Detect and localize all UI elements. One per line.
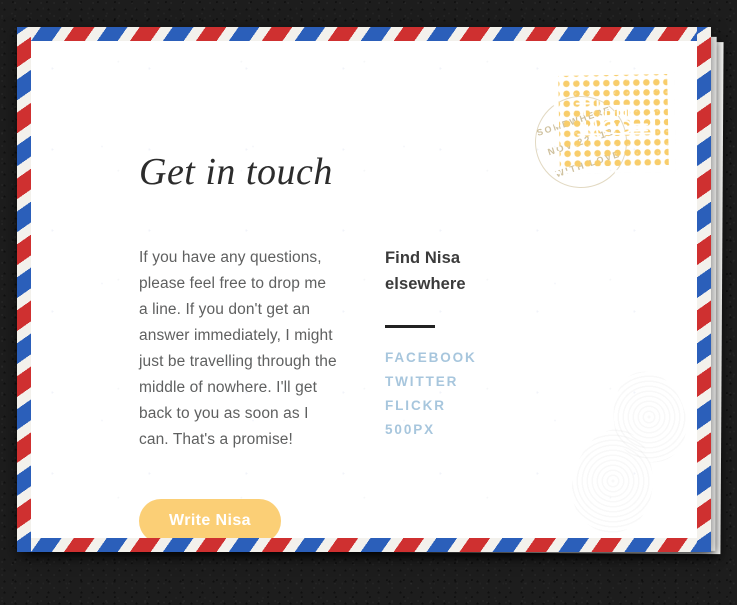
page-title: Get in touch xyxy=(139,151,333,193)
write-nisa-button[interactable]: Write Nisa xyxy=(139,499,281,538)
social-link-500px[interactable]: 500PX xyxy=(385,420,435,440)
content-area: Get in touch If you have any questions, … xyxy=(139,153,659,538)
airmail-border-right xyxy=(697,27,711,552)
list-item: FACEBOOK xyxy=(385,348,585,368)
envelope-card: SOMEWHERE NOV 22 '12 WITH LOVE xyxy=(17,27,711,552)
social-link-flickr[interactable]: FLICKR xyxy=(385,396,446,416)
list-item: TWITTER xyxy=(385,372,585,392)
list-item: 500PX xyxy=(385,420,585,440)
social-links-list: FACEBOOK TWITTER FLICKR 500PX xyxy=(385,348,585,440)
social-link-twitter[interactable]: TWITTER xyxy=(385,372,458,392)
envelope-paper: SOMEWHERE NOV 22 '12 WITH LOVE xyxy=(31,41,697,538)
airmail-border-top xyxy=(17,27,711,41)
intro-column: If you have any questions, please feel f… xyxy=(139,245,339,538)
intro-paragraph: If you have any questions, please feel f… xyxy=(139,249,337,448)
social-column: Find Nisa elsewhere FACEBOOK TWITTER FLI… xyxy=(385,245,585,538)
airmail-border-left xyxy=(17,27,31,552)
section-divider xyxy=(385,325,435,328)
social-heading: Find Nisa elsewhere xyxy=(385,249,466,293)
social-link-facebook[interactable]: FACEBOOK xyxy=(385,348,477,368)
airmail-border-bottom xyxy=(17,538,711,552)
content-columns: If you have any questions, please feel f… xyxy=(139,245,659,538)
list-item: FLICKR xyxy=(385,396,585,416)
boat-icon xyxy=(575,94,655,138)
